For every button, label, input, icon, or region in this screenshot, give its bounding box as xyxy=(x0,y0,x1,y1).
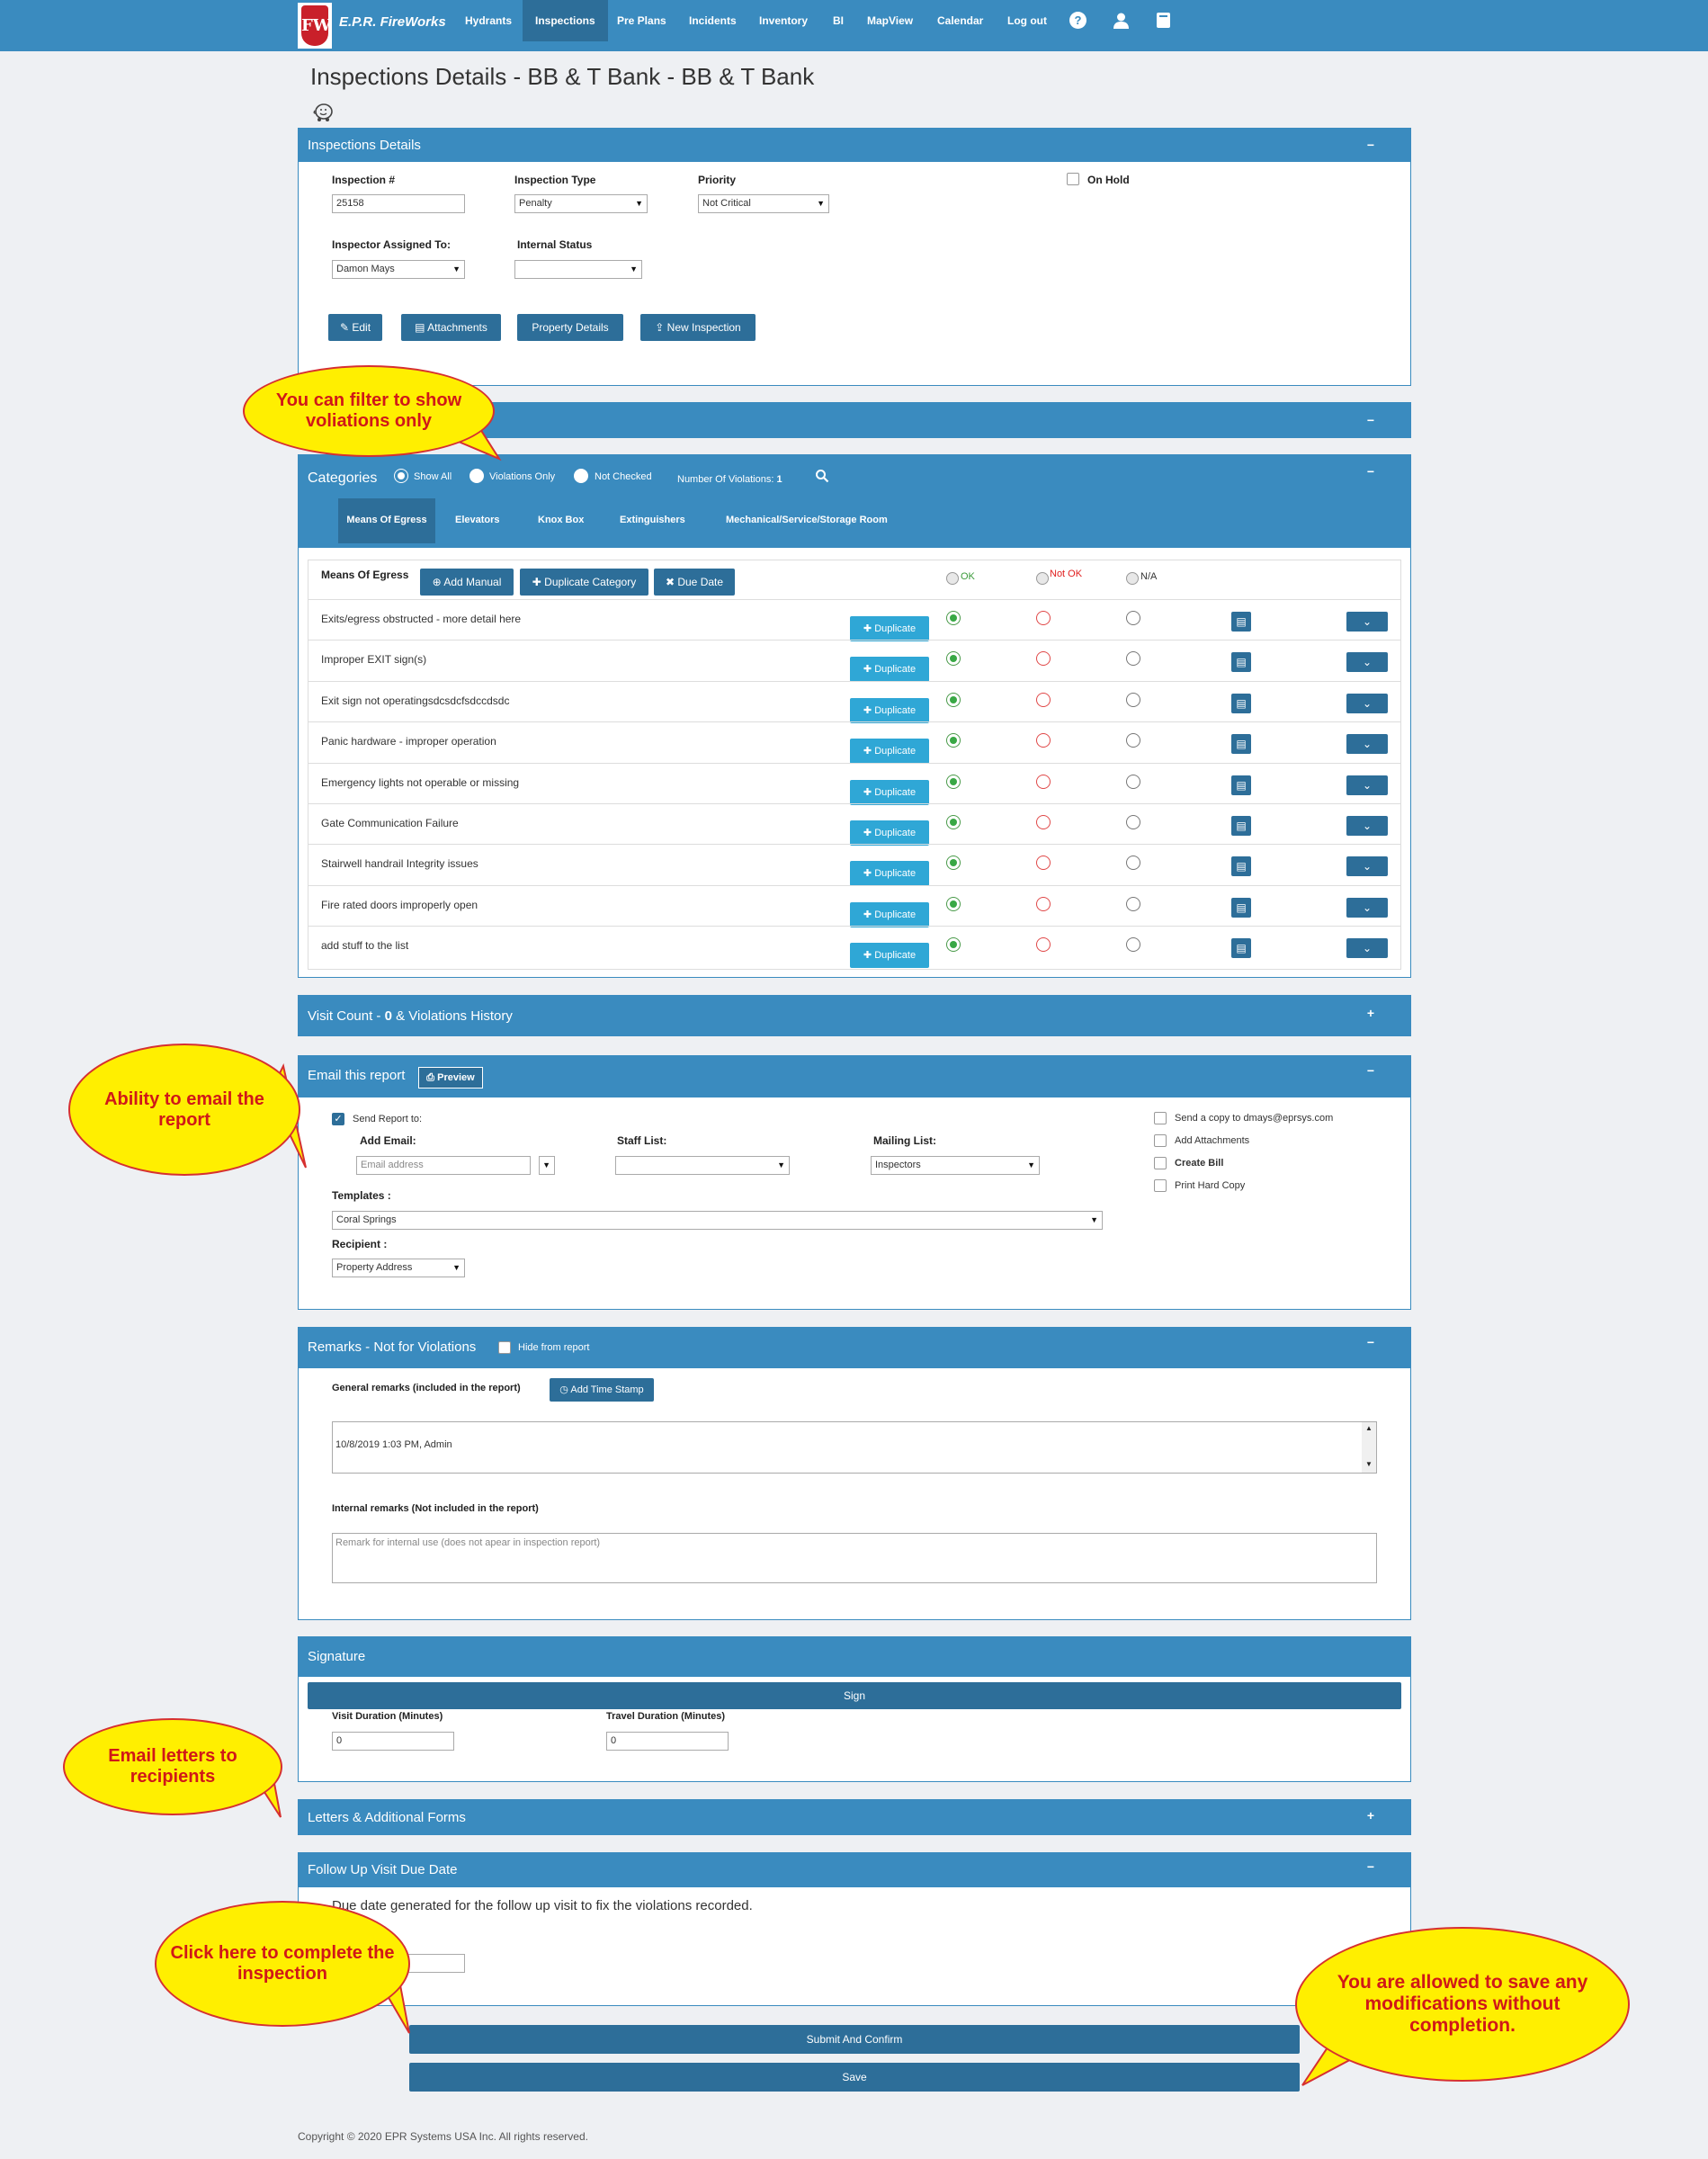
callout-letters: Email letters to recipients xyxy=(63,1718,282,1815)
callout-complete: Click here to complete the inspection xyxy=(155,1901,410,2027)
callout-save: You are allowed to save any modification… xyxy=(1295,1927,1630,2082)
callout-filter: You can filter to show voliations only xyxy=(243,365,495,457)
callout-email: Ability to email the report xyxy=(68,1044,300,1176)
